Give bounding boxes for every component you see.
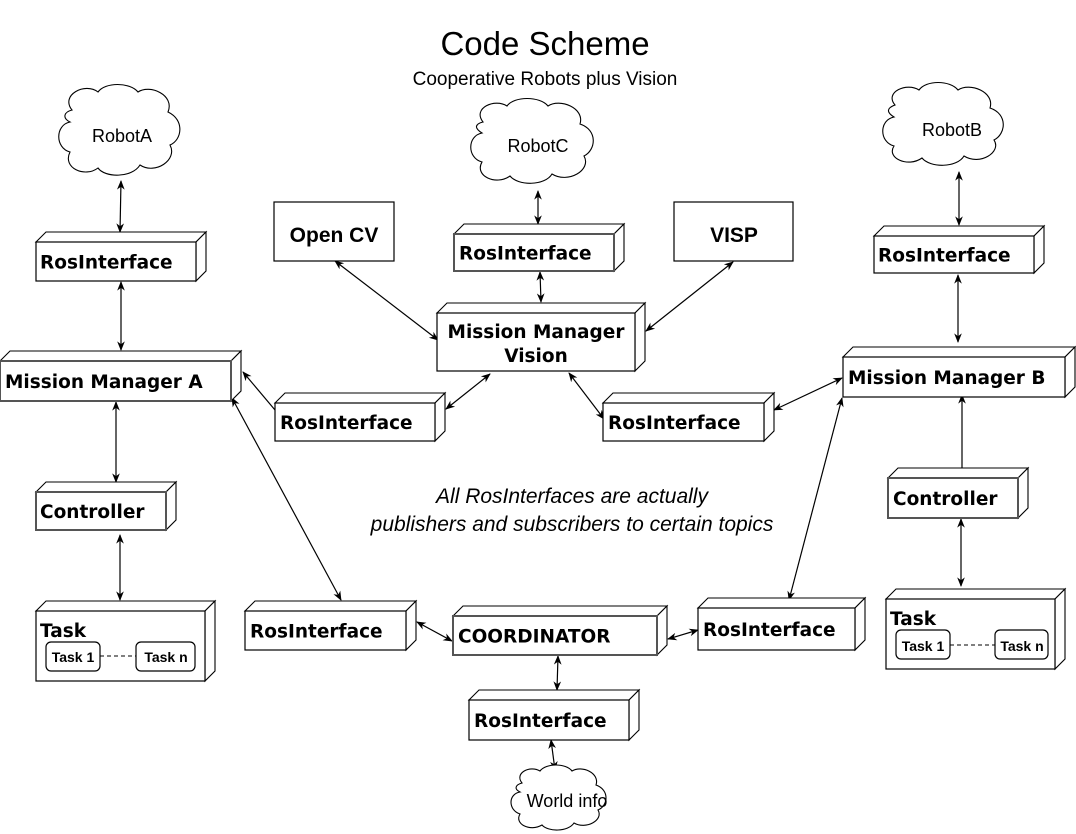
node-top-face [34, 481, 178, 493]
node-ros-c-top-label: RosInterface [459, 244, 592, 265]
note-line-1: All RosInterfaces are actually [434, 485, 709, 508]
node-ros-b-top: RosInterface [872, 224, 1046, 275]
library-visp-label: VISP [710, 224, 758, 247]
code-scheme-diagram: Code Scheme Cooperative Robots plus Visi… [0, 25, 1076, 831]
node-side-face [854, 596, 866, 652]
node-controller-a-label: Controller [40, 502, 145, 523]
edge-opencv-mmvision [334, 260, 439, 341]
cloud-robot-c: RobotC [470, 97, 594, 184]
node-ros-a-top: RosInterface [34, 230, 208, 283]
edge-rosvisionright-mmb [773, 377, 843, 411]
node-top-face [452, 223, 626, 235]
edge-mmb-roscoordright [787, 397, 844, 601]
node-mission-manager-b: Mission Manager B [841, 345, 1076, 399]
task-a-label: Task [40, 621, 87, 642]
edge-mma-rosvisionleft [242, 371, 276, 411]
edge-robota-rosinterface [116, 180, 125, 233]
node-top-face [34, 231, 208, 243]
node-top-face [435, 302, 647, 314]
node-ros-c-top: RosInterface [452, 222, 626, 273]
node-top-face [451, 605, 669, 617]
task-container-a: Task Task 1 Task n [34, 599, 217, 683]
edge-visp-mmvision [645, 261, 734, 332]
node-mission-manager-vision-label-1: Mission Manager [448, 322, 626, 343]
node-top-face [601, 392, 776, 404]
edge-mmvision-rosvisionleft [445, 373, 491, 410]
node-top-face [273, 392, 447, 404]
cloud-robot-b-label: RobotB [922, 120, 982, 140]
node-top-face [841, 346, 1076, 358]
edge-rosinterface-mmvision [536, 271, 545, 303]
node-ros-b-top-label: RosInterface [878, 246, 1011, 267]
node-coordinator: COORDINATOR [451, 604, 669, 657]
task-container-b: Task Task 1 Task n [884, 587, 1067, 671]
task-b-first-label: Task 1 [902, 638, 945, 654]
task-a-first-label: Task 1 [52, 649, 95, 665]
task-b-last-label: Task n [1000, 638, 1043, 654]
cloud-robot-c-label: RobotC [507, 136, 568, 156]
library-open-cv: Open CV [273, 201, 395, 262]
node-ros-vision-right: RosInterface [601, 391, 776, 443]
node-ros-coord-bottom-label: RosInterface [474, 711, 607, 732]
edge-roscoordleft-coordinator [416, 621, 453, 642]
library-open-cv-label: Open CV [290, 224, 379, 247]
node-side-face [634, 301, 646, 373]
node-ros-vision-right-label: RosInterface [608, 413, 741, 434]
node-mission-manager-b-label: Mission Manager B [848, 368, 1045, 389]
cloud-world-info-label: World info [527, 791, 608, 811]
node-top-face [467, 689, 641, 701]
node-controller-a: Controller [34, 480, 178, 532]
node-controller-b-label: Controller [893, 489, 998, 510]
node-top-face [0, 350, 243, 362]
node-top-face [696, 597, 867, 609]
node-controller-b: Controller [886, 466, 1030, 520]
node-top-face [872, 225, 1046, 237]
diagram-subtitle: Cooperative Robots plus Vision [413, 69, 678, 90]
edge-coordinator-roscoordright [667, 628, 699, 641]
node-top-face [243, 600, 418, 612]
node-ros-coord-left: RosInterface [243, 599, 418, 652]
node-coordinator-label: COORDINATOR [458, 627, 610, 648]
node-mission-manager-vision-label-2: Vision [504, 346, 568, 367]
node-mission-manager-a: Mission Manager A [0, 349, 243, 403]
note-line-2: publishers and subscribers to certain to… [370, 513, 774, 536]
edge-coordinator-roscoordbottom [553, 655, 562, 691]
cloud-robot-a-label: RobotA [92, 126, 152, 146]
node-ros-vision-left-label: RosInterface [280, 413, 413, 434]
node-ros-coord-right-label: RosInterface [703, 620, 836, 641]
task-b-label: Task [890, 609, 937, 630]
node-ros-a-top-label: RosInterface [40, 253, 173, 274]
node-mission-manager-a-label: Mission Manager A [5, 372, 203, 393]
cloud-world-info: World info [510, 764, 608, 831]
edge-mmvision-rosvisionright [568, 372, 605, 420]
node-ros-coord-right: RosInterface [696, 596, 867, 652]
diagram-title: Code Scheme [440, 25, 649, 62]
node-ros-coord-bottom: RosInterface [467, 688, 641, 742]
library-visp: VISP [673, 201, 794, 262]
cloud-robot-a: RobotA [58, 83, 181, 176]
node-ros-coord-left-label: RosInterface [250, 622, 383, 643]
node-top-face [886, 467, 1030, 479]
node-mission-manager-vision: Mission Manager Vision [435, 301, 647, 373]
task-a-last-label: Task n [144, 649, 187, 665]
cloud-robot-b: RobotB [882, 81, 1004, 166]
node-ros-vision-left: RosInterface [273, 391, 447, 443]
